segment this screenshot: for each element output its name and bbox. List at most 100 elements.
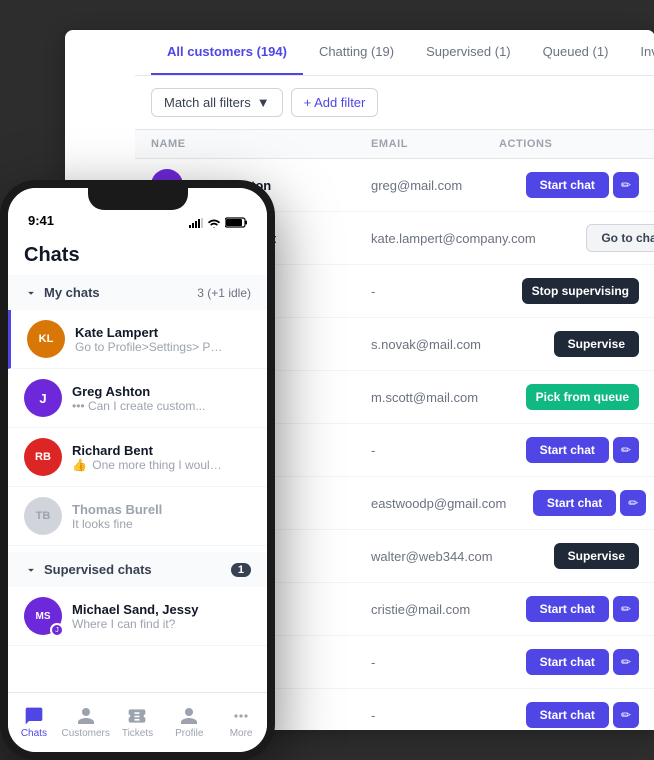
col-name-header: NAME xyxy=(151,138,371,150)
actions-cell: Start chat ✏ xyxy=(499,649,639,675)
match-all-filters-label: Match all filters xyxy=(164,95,251,110)
customer-email: - xyxy=(371,284,499,299)
start-chat-button[interactable]: Start chat xyxy=(526,702,609,728)
stop-supervising-button[interactable]: Stop supervising xyxy=(522,278,639,304)
avatar: J xyxy=(24,379,62,417)
nav-tickets-label: Tickets xyxy=(122,728,153,739)
start-chat-button[interactable]: Start chat xyxy=(526,649,609,675)
nav-chats-label: Chats xyxy=(21,728,47,739)
customer-email: - xyxy=(371,708,499,723)
match-all-filters-button[interactable]: Match all filters ▼ xyxy=(151,88,283,117)
tab-supervised[interactable]: Supervised (1) xyxy=(410,30,527,75)
chat-preview: ••• Can I create custom... xyxy=(72,399,222,413)
more-nav-icon xyxy=(231,706,251,726)
supervised-chats-title: Supervised chats xyxy=(24,562,152,577)
phone-notch xyxy=(88,188,188,210)
sub-avatar: J xyxy=(50,623,64,637)
actions-cell: Start chat ✏ xyxy=(499,437,639,463)
nav-profile-label: Profile xyxy=(175,728,203,739)
add-filter-label: + Add filter xyxy=(304,95,366,110)
customer-email: s.novak@mail.com xyxy=(371,337,499,352)
customers-nav-icon xyxy=(76,706,96,726)
phone-overlay: 9:41 Chats My chats 3 (+1 idle) KL Kate … xyxy=(0,180,275,760)
avatar: TB xyxy=(24,497,62,535)
battery-icon xyxy=(225,217,247,228)
supervise-button[interactable]: Supervise xyxy=(554,331,639,357)
avatar-container: MS J xyxy=(24,597,62,635)
supervised-label: Supervised chats xyxy=(44,562,152,577)
tabs-bar: All customers (194) Chatting (19) Superv… xyxy=(135,30,654,76)
pick-from-queue-button[interactable]: Pick from queue xyxy=(526,384,639,410)
nav-more[interactable]: More xyxy=(215,706,267,739)
filter-bar: Match all filters ▼ + Add filter xyxy=(135,76,654,130)
col-actions-header: ACTIONS xyxy=(499,138,639,150)
chat-info: Richard Bent 👍 One more thing I would li… xyxy=(72,443,251,472)
phone-title: Chats xyxy=(8,232,267,267)
chat-item-thomas[interactable]: TB Thomas Burell It looks fine xyxy=(8,487,267,546)
actions-cell: Go to chat xyxy=(536,224,654,252)
tab-queued[interactable]: Queued (1) xyxy=(527,30,625,75)
chat-item-richard[interactable]: RB Richard Bent 👍 One more thing I would… xyxy=(8,428,267,487)
customer-email: - xyxy=(371,443,499,458)
actions-cell: Supervise xyxy=(499,331,639,357)
chat-preview: Go to Profile>Settings> Push not... xyxy=(75,340,225,354)
edit-button[interactable]: ✏ xyxy=(613,702,639,728)
supervised-chats-section: Supervised chats 1 MS J Michael Sand, Je… xyxy=(8,552,267,646)
thumb-icon: 👍 xyxy=(72,458,87,472)
customer-email: kate.lampert@company.com xyxy=(371,231,536,246)
chat-preview: Where I can find it? xyxy=(72,617,222,631)
nav-chats[interactable]: Chats xyxy=(8,706,60,739)
edit-button[interactable]: ✏ xyxy=(613,649,639,675)
chat-name: Michael Sand, Jessy xyxy=(72,602,251,617)
my-chats-count: 3 (+1 idle) xyxy=(197,286,251,300)
chevron-down-icon xyxy=(24,563,38,577)
edit-button[interactable]: ✏ xyxy=(613,437,639,463)
signal-icon xyxy=(189,218,203,228)
wifi-icon xyxy=(207,218,221,228)
chat-info: Thomas Burell It looks fine xyxy=(72,502,251,531)
customer-email: greg@mail.com xyxy=(371,178,499,193)
chat-name: Greg Ashton xyxy=(72,384,251,399)
nav-profile[interactable]: Profile xyxy=(163,706,215,739)
start-chat-button[interactable]: Start chat xyxy=(526,172,609,198)
supervise-button[interactable]: Supervise xyxy=(554,543,639,569)
nav-customers[interactable]: Customers xyxy=(60,706,112,739)
profile-nav-icon xyxy=(179,706,199,726)
tab-invited[interactable]: Invi... xyxy=(624,30,654,75)
chat-preview: It looks fine xyxy=(72,517,222,531)
nav-more-label: More xyxy=(230,728,253,739)
chat-item-michael[interactable]: MS J Michael Sand, Jessy Where I can fin… xyxy=(8,587,267,646)
go-to-chat-button[interactable]: Go to chat xyxy=(586,224,654,252)
chat-item-kate[interactable]: KL Kate Lampert Go to Profile>Settings> … xyxy=(8,310,267,369)
customer-email: walter@web344.com xyxy=(371,549,499,564)
supervised-count-badge: 1 xyxy=(231,563,251,577)
customer-email: m.scott@mail.com xyxy=(371,390,499,405)
actions-cell: Supervise xyxy=(499,543,639,569)
start-chat-button[interactable]: Start chat xyxy=(533,490,616,516)
customer-email: cristie@mail.com xyxy=(371,602,499,617)
edit-button[interactable]: ✏ xyxy=(613,172,639,198)
chat-info: Greg Ashton ••• Can I create custom... xyxy=(72,384,251,413)
tab-chatting[interactable]: Chatting (19) xyxy=(303,30,410,75)
chat-name: Richard Bent xyxy=(72,443,251,458)
chevron-down-icon xyxy=(24,286,38,300)
add-filter-button[interactable]: + Add filter xyxy=(291,88,379,117)
start-chat-button[interactable]: Start chat xyxy=(526,596,609,622)
tab-all-customers[interactable]: All customers (194) xyxy=(151,30,303,75)
phone-status-icons xyxy=(189,217,247,228)
col-email-header: EMAIL xyxy=(371,138,499,150)
edit-button[interactable]: ✏ xyxy=(613,596,639,622)
edit-button[interactable]: ✏ xyxy=(620,490,646,516)
chat-item-greg[interactable]: J Greg Ashton ••• Can I create custom... xyxy=(8,369,267,428)
actions-cell: Start chat ✏ xyxy=(506,490,646,516)
actions-cell: Start chat ✏ xyxy=(499,596,639,622)
chat-name: Kate Lampert xyxy=(75,325,251,340)
nav-customers-label: Customers xyxy=(62,728,110,739)
nav-tickets[interactable]: Tickets xyxy=(112,706,164,739)
actions-cell: Pick from queue xyxy=(499,384,639,410)
my-chats-header: My chats 3 (+1 idle) xyxy=(8,275,267,310)
chat-info: Kate Lampert Go to Profile>Settings> Pus… xyxy=(75,325,251,354)
start-chat-button[interactable]: Start chat xyxy=(526,437,609,463)
avatar: RB xyxy=(24,438,62,476)
dropdown-chevron-icon: ▼ xyxy=(257,95,270,110)
